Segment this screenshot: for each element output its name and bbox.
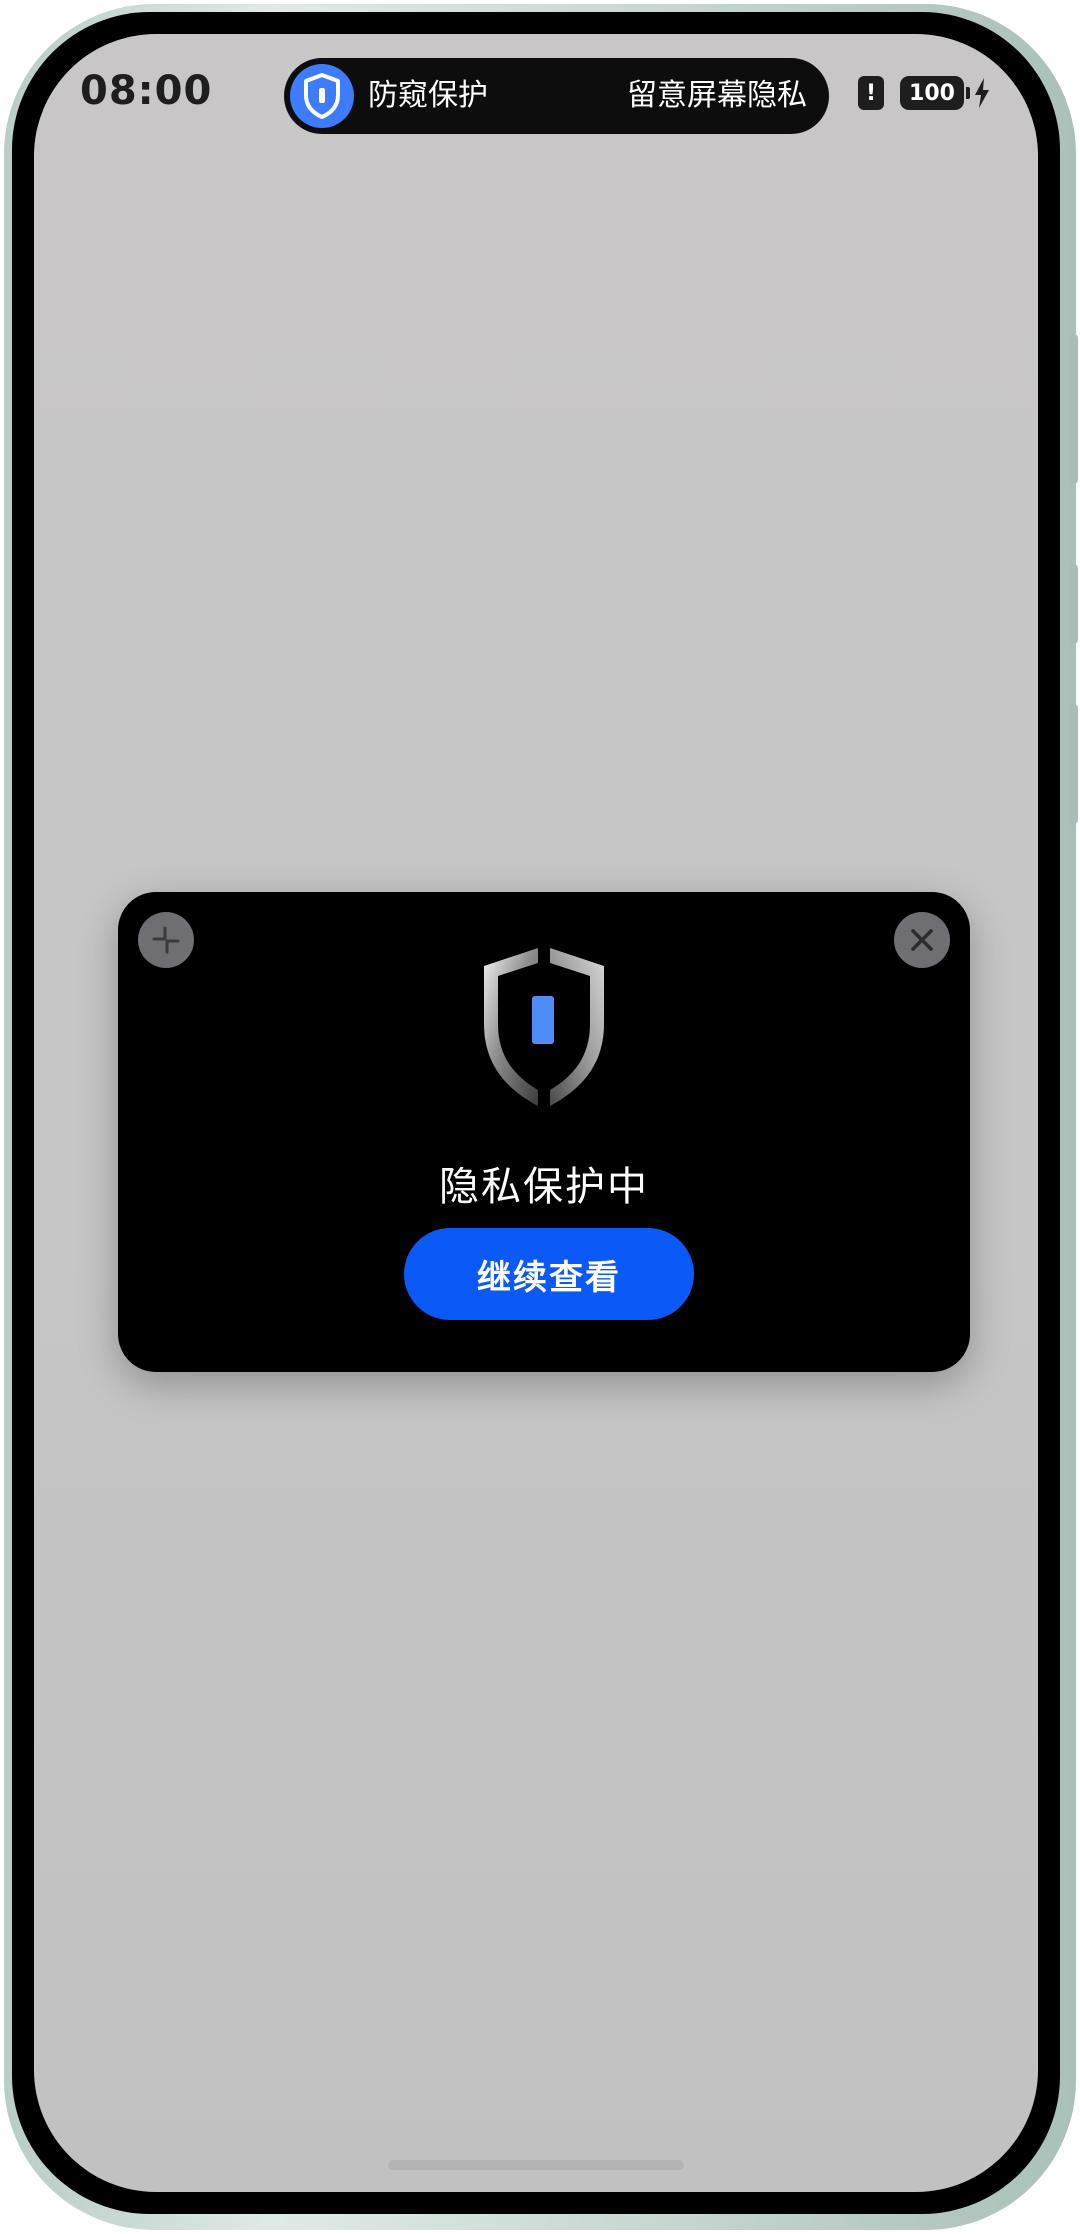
battery-indicator: 100 — [900, 76, 970, 110]
battery-level: 100 — [900, 76, 964, 110]
alert-icon: ! — [858, 76, 884, 110]
status-icons: ! 100 — [858, 74, 990, 112]
privacy-card: 隐私保护中 继续查看 — [118, 892, 970, 1372]
shield-icon — [476, 944, 612, 1110]
minimize-button[interactable] — [138, 912, 194, 968]
screen: 08:00 防窥保护 留意屏幕隐私 ! 100 隐私保护中 继续查看 — [34, 34, 1038, 2192]
minimize-icon — [152, 926, 180, 954]
status-time: 08:00 — [80, 68, 213, 114]
privacy-capsule[interactable]: 防窥保护 留意屏幕隐私 — [284, 58, 829, 134]
side-button-small — [1070, 564, 1078, 644]
phone-bezel: 08:00 防窥保护 留意屏幕隐私 ! 100 隐私保护中 继续查看 — [12, 12, 1060, 2214]
card-title: 隐私保护中 — [439, 1164, 649, 1210]
battery-tip — [966, 87, 970, 99]
close-icon — [911, 929, 933, 951]
shield-icon — [290, 64, 354, 128]
volume-button — [1070, 334, 1078, 484]
power-button — [1070, 704, 1078, 824]
continue-viewing-button[interactable]: 继续查看 — [404, 1228, 694, 1320]
lightning-icon — [974, 78, 990, 108]
close-button[interactable] — [894, 912, 950, 968]
capsule-left-label: 防窥保护 — [368, 78, 488, 113]
capsule-right-label: 留意屏幕隐私 — [627, 78, 807, 113]
home-indicator[interactable] — [388, 2160, 684, 2170]
